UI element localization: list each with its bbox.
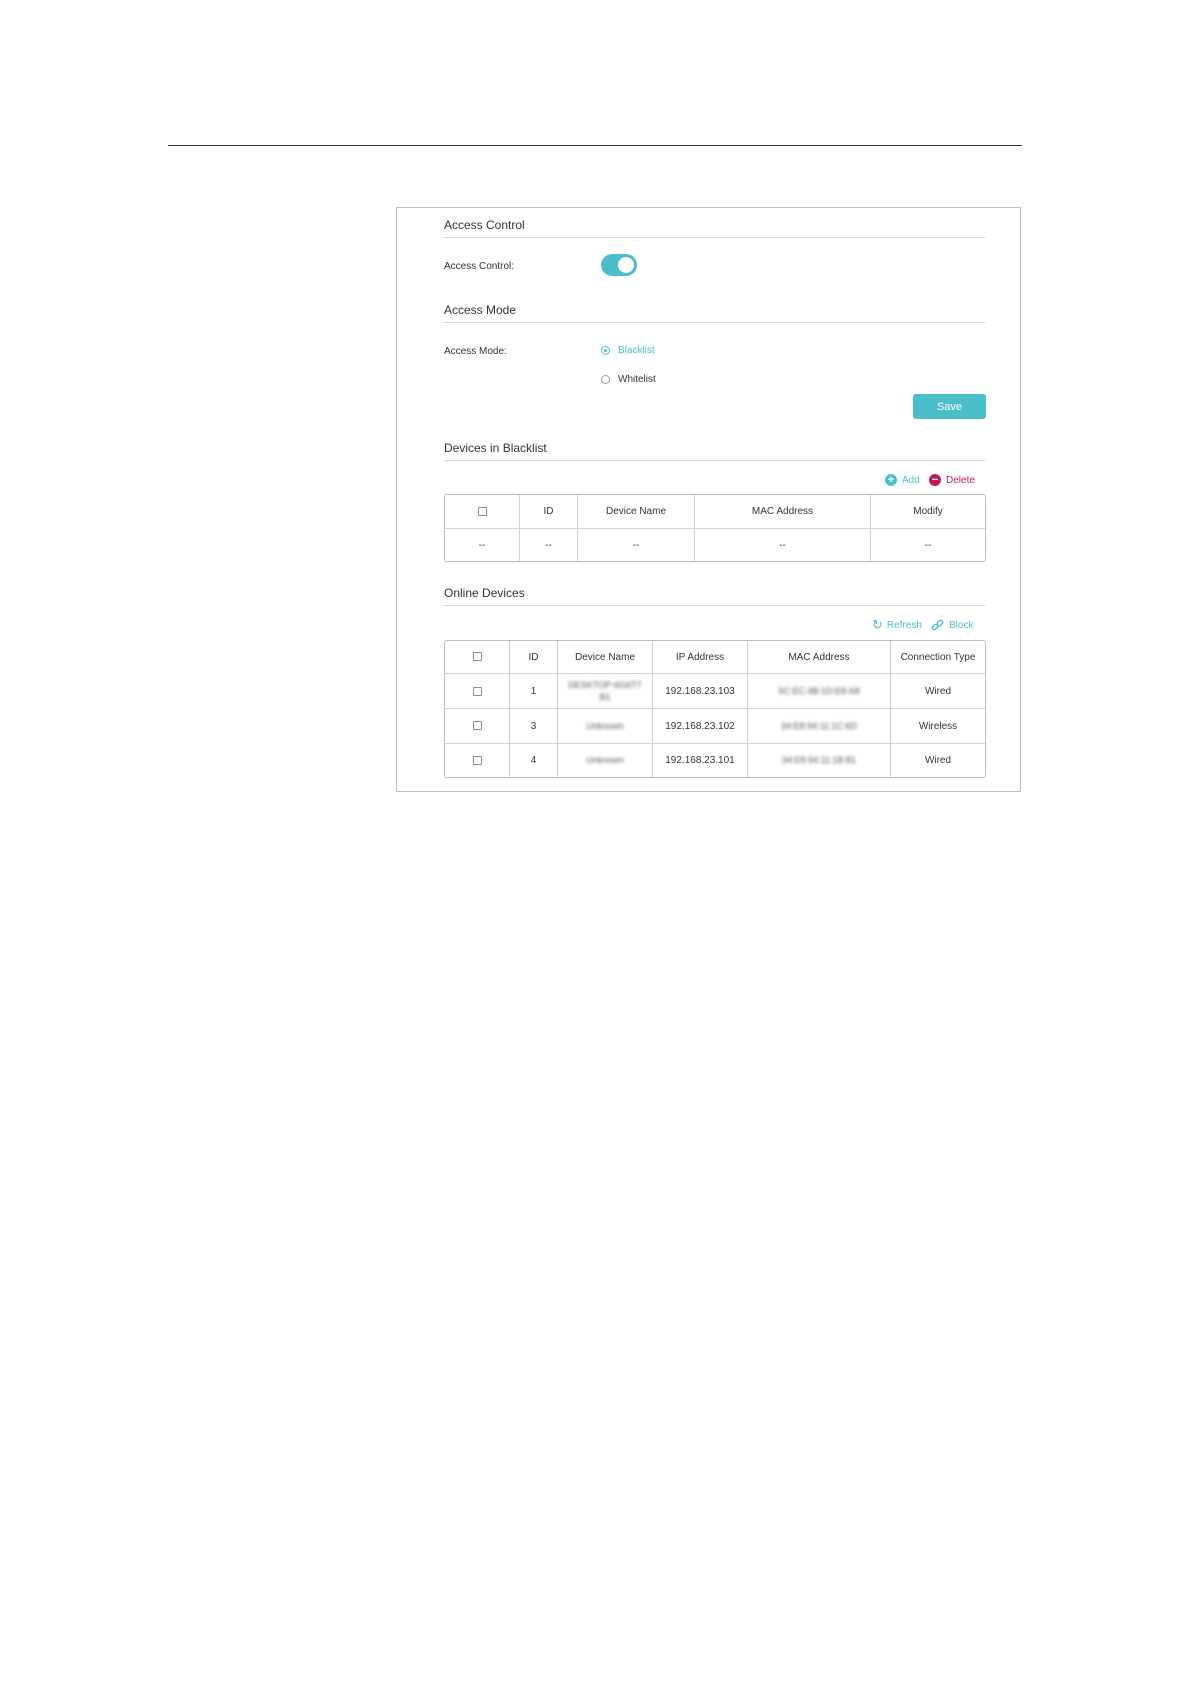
online-header-row: ID Device Name IP Address MAC Address Co…	[445, 641, 985, 675]
device-name-blurred: Unknown	[586, 754, 624, 765]
select-all-checkbox[interactable]	[477, 506, 487, 516]
table-row: 3 Unknown 192.168.23.102 34:E8:94:11:1C:…	[445, 708, 985, 744]
page-header-rule	[168, 145, 1022, 146]
online-devices-table: ID Device Name IP Address MAC Address Co…	[444, 640, 986, 778]
cell-ip-address: 192.168.23.102	[652, 708, 748, 744]
cell-id: --	[519, 528, 578, 561]
access-control-panel: Access Control Access Control: Access Mo…	[396, 207, 1021, 792]
cell-checkbox	[445, 742, 510, 777]
cell-mac: 34:E8:94:11:1C:6D	[747, 708, 891, 744]
section-title-online-devices: Online Devices	[444, 586, 985, 606]
block-button[interactable]: Block	[931, 619, 973, 632]
row-checkbox[interactable]	[472, 686, 482, 696]
header-connection-type: Connection Type	[890, 641, 985, 675]
header-device-name: Device Name	[557, 641, 653, 675]
header-select-all	[445, 641, 510, 675]
table-row: 1 DESKTOP-6G6T7 B1 192.168.23.103 5C:EC:…	[445, 673, 985, 710]
cell-connection-type: Wireless	[890, 708, 985, 744]
access-mode-label: Access Mode:	[444, 346, 507, 357]
blacklist-table: ID Device Name MAC Address Modify -- -- …	[444, 494, 986, 562]
cell-device-name: Unknown	[557, 742, 653, 777]
header-mac-address: MAC Address	[747, 641, 891, 675]
plus-circle-icon: +	[885, 474, 897, 486]
cell-modify: --	[870, 528, 985, 561]
device-name-blurred: Unknown	[586, 720, 624, 731]
row-checkbox[interactable]	[472, 721, 482, 731]
cell-id: 4	[509, 742, 558, 777]
radio-icon-unchecked	[601, 375, 610, 384]
cell-checkbox	[445, 708, 510, 744]
select-all-checkbox[interactable]	[472, 652, 482, 662]
section-title-access-control: Access Control	[444, 218, 985, 238]
section-title-blacklist: Devices in Blacklist	[444, 441, 985, 461]
save-button[interactable]: Save	[913, 394, 986, 419]
header-ip-address: IP Address	[652, 641, 748, 675]
radio-whitelist-label: Whitelist	[618, 374, 656, 385]
table-row: 4 Unknown 192.168.23.101 34:E8:94:11:1B:…	[445, 742, 985, 777]
radio-whitelist[interactable]: Whitelist	[601, 374, 656, 385]
refresh-icon: ↻	[872, 617, 883, 632]
minus-circle-icon: −	[929, 474, 941, 486]
radio-icon-checked	[601, 346, 610, 355]
add-label: Add	[902, 474, 920, 486]
delete-label: Delete	[946, 474, 975, 486]
mac-blurred: 34:E8:94:11:1B:81	[782, 754, 856, 765]
cell-mac: 5C:EC:4B:1D:E8:A8	[747, 673, 891, 710]
cell-id: 3	[509, 708, 558, 744]
access-control-label: Access Control:	[444, 261, 515, 272]
toggle-knob	[618, 257, 634, 273]
row-checkbox[interactable]	[472, 755, 482, 765]
radio-blacklist[interactable]: Blacklist	[601, 345, 655, 356]
cell-checkbox	[445, 673, 510, 710]
delete-button[interactable]: − Delete	[929, 474, 975, 486]
mac-blurred: 34:E8:94:11:1C:6D	[781, 720, 857, 731]
add-button[interactable]: + Add	[885, 474, 920, 486]
cell-ip-address: 192.168.23.103	[652, 673, 748, 710]
cell-mac: --	[694, 528, 871, 561]
cell-device-name: --	[577, 528, 695, 561]
device-name-blurred: DESKTOP-6G6T7 B1	[568, 680, 642, 703]
link-icon	[931, 619, 944, 631]
cell-id: 1	[509, 673, 558, 710]
cell-checkbox: --	[445, 528, 520, 561]
cell-connection-type: Wired	[890, 673, 985, 710]
header-select-all	[445, 495, 520, 529]
refresh-button[interactable]: ↻ Refresh	[872, 617, 922, 632]
cell-mac: 34:E8:94:11:1B:81	[747, 742, 891, 777]
table-row: -- -- -- -- --	[445, 528, 985, 561]
cell-ip-address: 192.168.23.101	[652, 742, 748, 777]
blacklist-header-row: ID Device Name MAC Address Modify	[445, 495, 985, 529]
header-id: ID	[509, 641, 558, 675]
radio-blacklist-label: Blacklist	[618, 345, 655, 356]
cell-device-name: Unknown	[557, 708, 653, 744]
mac-blurred: 5C:EC:4B:1D:E8:A8	[778, 685, 860, 696]
block-label: Block	[949, 620, 974, 631]
header-device-name: Device Name	[577, 495, 695, 529]
cell-connection-type: Wired	[890, 742, 985, 777]
header-mac-address: MAC Address	[694, 495, 871, 529]
header-modify: Modify	[870, 495, 985, 529]
access-control-toggle[interactable]	[601, 254, 637, 276]
section-title-access-mode: Access Mode	[444, 303, 985, 323]
header-id: ID	[519, 495, 578, 529]
cell-device-name: DESKTOP-6G6T7 B1	[557, 673, 653, 710]
refresh-label: Refresh	[886, 619, 922, 631]
